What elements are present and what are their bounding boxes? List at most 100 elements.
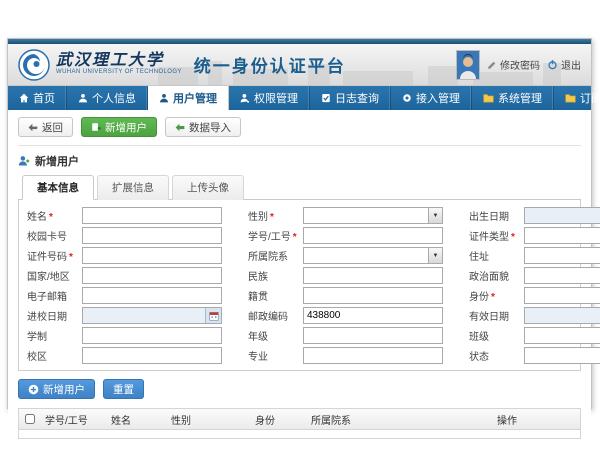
id-number-input[interactable]	[82, 247, 222, 264]
add-user-toolbar-button[interactable]: 新增用户	[81, 117, 157, 137]
col-student-id: 学号/工号	[41, 412, 107, 427]
form-field: 证件类型*	[469, 227, 600, 244]
change-password-link[interactable]: 修改密码	[487, 57, 540, 72]
form-field: 电子邮箱	[27, 287, 222, 304]
address-input[interactable]	[524, 247, 600, 264]
chevron-down-icon[interactable]: ▼	[428, 248, 442, 263]
form-field: 校园卡号	[27, 227, 222, 244]
valid-date-input[interactable]	[524, 307, 600, 324]
select-all-checkbox[interactable]	[25, 414, 35, 424]
field-label: 籍贯	[248, 292, 268, 303]
plus-circle-icon	[28, 384, 39, 395]
postal-code-input[interactable]	[303, 307, 443, 324]
nav-item-log-query[interactable]: 日志查询	[310, 86, 391, 110]
header-user-area: 修改密码 退出	[456, 50, 581, 80]
university-name-en: WUHAN UNIVERSITY OF TECHNOLOGY	[56, 69, 182, 76]
field-label: 所属院系	[248, 252, 288, 263]
select-all-checkbox-cell	[19, 414, 41, 424]
form-field: 有效日期	[469, 307, 600, 324]
nav-label: 权限管理	[254, 90, 298, 106]
identity-input[interactable]	[524, 287, 600, 304]
form-field: 性别* ▼	[248, 207, 443, 224]
nav-item-personal-info[interactable]: 个人信息	[67, 86, 148, 110]
change-password-label: 修改密码	[500, 57, 540, 72]
field-label: 住址	[469, 252, 489, 263]
col-department: 所属院系	[307, 412, 493, 427]
add-user-label: 新增用户	[105, 120, 147, 135]
major-input[interactable]	[303, 347, 443, 364]
birth-date-input[interactable]	[524, 207, 600, 224]
tab-extended-info[interactable]: 扩展信息	[97, 175, 169, 200]
form-tabs: 基本信息 扩展信息 上传头像	[18, 175, 581, 200]
email-input[interactable]	[82, 287, 222, 304]
back-label: 返回	[42, 120, 63, 135]
student-id-input[interactable]	[303, 227, 443, 244]
user-icon	[159, 93, 169, 103]
study-length-input[interactable]	[82, 327, 222, 344]
back-arrow-icon	[28, 123, 38, 132]
col-actions: 操作	[493, 412, 580, 427]
person-add-icon	[18, 155, 30, 167]
nav-label: 首页	[33, 90, 55, 106]
reset-button[interactable]: 重置	[103, 379, 144, 399]
field-label: 班级	[469, 332, 489, 343]
tab-basic-info[interactable]: 基本信息	[22, 175, 94, 200]
col-identity: 身份	[251, 412, 307, 427]
ethnicity-input[interactable]	[303, 267, 443, 284]
required-marker: *	[491, 292, 495, 303]
campus-input[interactable]	[82, 347, 222, 364]
form-field: 年级	[248, 327, 443, 344]
tab-upload-avatar[interactable]: 上传头像	[172, 175, 244, 200]
country-region-input[interactable]	[82, 267, 222, 284]
back-button[interactable]: 返回	[18, 117, 73, 137]
nav-label: 订阅管理	[580, 90, 600, 106]
id-type-input[interactable]	[524, 227, 600, 244]
field-label: 进校日期	[27, 312, 67, 323]
class-input[interactable]	[524, 327, 600, 344]
section-title: 新增用户	[35, 153, 79, 169]
calendar-icon[interactable]	[205, 308, 221, 323]
submit-add-user-button[interactable]: 新增用户	[18, 379, 95, 399]
col-name: 姓名	[107, 412, 167, 427]
header: 武汉理工大学 WUHAN UNIVERSITY OF TECHNOLOGY 统一…	[8, 44, 591, 86]
log-check-icon	[321, 93, 331, 103]
home-icon	[19, 93, 29, 103]
nav-item-user-management[interactable]: 用户管理	[148, 86, 229, 110]
form-field: 校区	[27, 347, 222, 364]
nav-item-home[interactable]: 首页	[8, 86, 67, 110]
nav-label: 日志查询	[335, 90, 379, 106]
form-field: 籍贯	[248, 287, 443, 304]
required-marker: *	[293, 232, 297, 243]
university-logo-icon	[18, 49, 50, 81]
form-field: 进校日期	[27, 307, 222, 324]
required-marker: *	[49, 212, 53, 223]
toolbar: 返回 新增用户 数据导入	[18, 117, 581, 146]
nav-label: 接入管理	[416, 90, 460, 106]
section-header: 新增用户	[18, 153, 581, 169]
data-import-button[interactable]: 数据导入	[165, 117, 241, 137]
import-arrow-icon	[175, 123, 185, 132]
grade-input[interactable]	[303, 327, 443, 344]
main-nav: 首页 个人信息 用户管理 权限管理 日志查询 接入管理 系统管理 订阅管理	[8, 86, 591, 110]
field-label: 有效日期	[469, 312, 509, 323]
nav-item-system-management[interactable]: 系统管理	[472, 86, 554, 110]
chevron-down-icon[interactable]: ▼	[428, 208, 442, 223]
form-field: 民族	[248, 267, 443, 284]
avatar[interactable]	[456, 50, 480, 80]
basic-info-form: 姓名* 性别* ▼ 出生日期 校园卡号 学号/工号* 证件类型*	[18, 200, 581, 371]
identity-platform-window: 武汉理工大学 WUHAN UNIVERSITY OF TECHNOLOGY 统一…	[7, 38, 592, 409]
required-marker: *	[270, 212, 274, 223]
nav-item-subscription-management[interactable]: 订阅管理	[554, 86, 600, 110]
status-input[interactable]	[524, 347, 600, 364]
form-field: 学制	[27, 327, 222, 344]
name-input[interactable]	[82, 207, 222, 224]
enrollment-date-input[interactable]	[82, 307, 222, 324]
logout-link[interactable]: 退出	[547, 57, 581, 72]
nav-item-access-management[interactable]: 接入管理	[391, 86, 472, 110]
campus-card-input[interactable]	[82, 227, 222, 244]
gender-select[interactable]: ▼	[303, 207, 443, 224]
nav-item-permission-management[interactable]: 权限管理	[229, 86, 310, 110]
department-select[interactable]: ▼	[303, 247, 443, 264]
political-status-input[interactable]	[524, 267, 600, 284]
native-place-input[interactable]	[303, 287, 443, 304]
